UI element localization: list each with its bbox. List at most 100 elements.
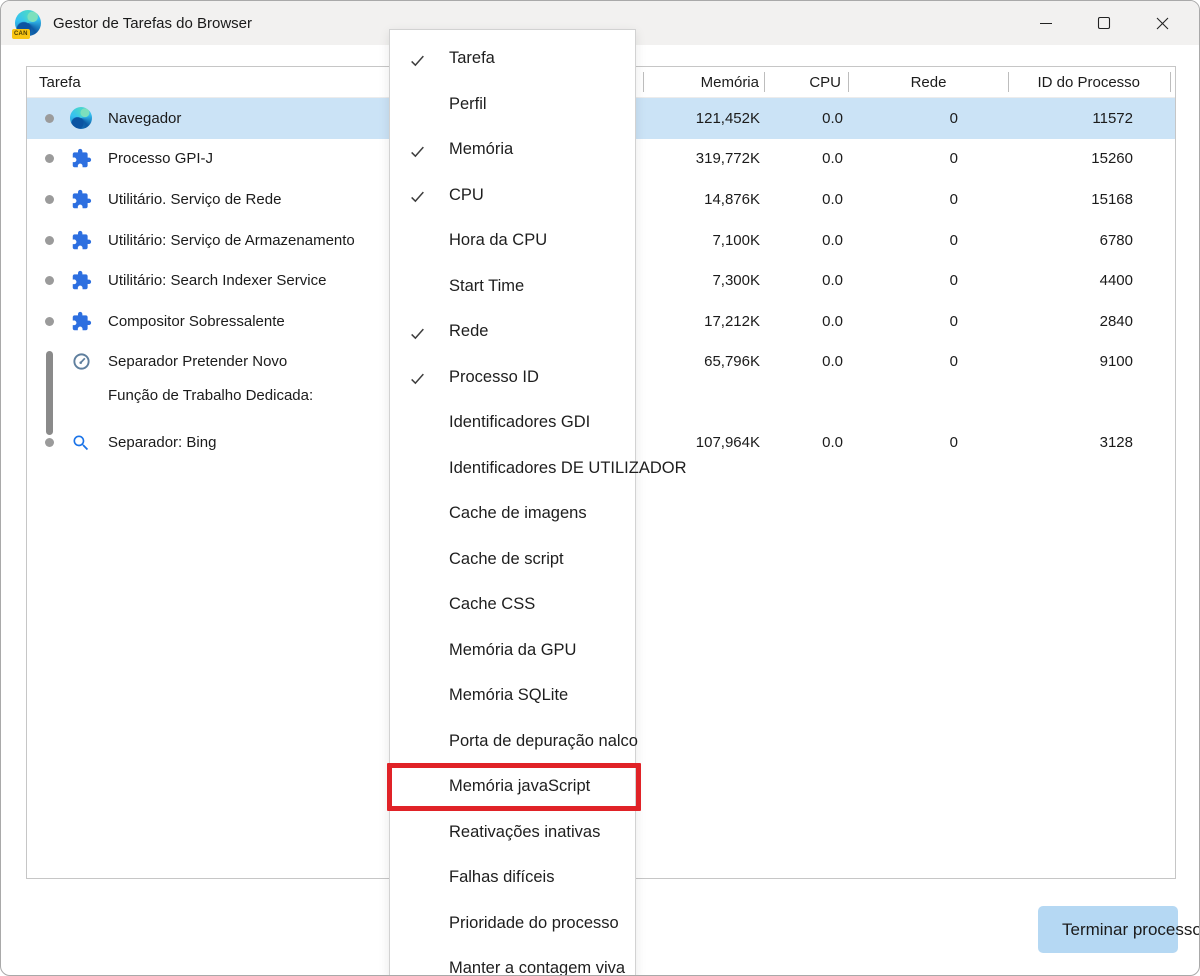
- menu-item-cache-css[interactable]: Cache CSS: [390, 582, 635, 628]
- task-label: Navegador: [108, 109, 182, 127]
- process-group-bar: [46, 351, 53, 435]
- memory-value: 107,964K: [695, 434, 760, 452]
- process-bullet-dot: [45, 235, 54, 245]
- menu-item-reativacoes-inativas[interactable]: Reativações inativas: [390, 810, 635, 856]
- checkmark-icon: [409, 143, 426, 165]
- memory-value: 14,876K: [704, 190, 760, 208]
- network-value: 0: [949, 109, 958, 127]
- pid-value: 15168: [1091, 190, 1133, 208]
- task-icon-slot: [70, 384, 92, 406]
- column-header-cpu[interactable]: CPU: [764, 72, 848, 92]
- menu-item-processo-id[interactable]: Processo ID: [390, 355, 635, 401]
- minimize-icon: [1040, 22, 1052, 25]
- task-icon-slot: [70, 310, 92, 332]
- task-icon-slot: [70, 270, 92, 292]
- task-icon-slot: [70, 188, 92, 210]
- network-value: 0: [949, 312, 958, 330]
- pid-value: 6780: [1099, 231, 1133, 249]
- canary-badge: CAN: [12, 29, 30, 39]
- menu-item-cache-de-script[interactable]: Cache de script: [390, 537, 635, 583]
- menu-item-tarefa[interactable]: Tarefa: [390, 36, 635, 82]
- process-bullet-dot: [45, 154, 54, 164]
- menu-item-label: Tarefa: [449, 49, 495, 68]
- task-icon-slot: [70, 432, 92, 454]
- task-label: Utilitário: Serviço de Armazenamento: [108, 231, 355, 249]
- menu-item-label: Identificadores DE UTILIZADOR: [449, 458, 687, 477]
- menu-item-label: Start Time: [449, 276, 525, 295]
- menu-item-label: Prioridade do processo: [449, 913, 619, 932]
- menu-item-label: Reativações inativas: [449, 822, 601, 841]
- task-label: Utilitário: Search Indexer Service: [108, 272, 327, 290]
- checkmark-icon: [409, 52, 426, 74]
- cpu-value: 0.0: [822, 190, 843, 208]
- task-icon-slot: [70, 148, 92, 170]
- minimize-button[interactable]: [1017, 1, 1075, 45]
- menu-item-identificadores-gdi[interactable]: Identificadores GDI: [390, 400, 635, 446]
- menu-item-label: Perfil: [449, 94, 487, 113]
- menu-item-label: Manter a contagem viva: [449, 959, 626, 976]
- menu-item-label: Memória javaScript: [449, 777, 591, 796]
- menu-item-cpu[interactable]: CPU: [390, 173, 635, 219]
- gauge-icon: [72, 353, 90, 370]
- extension-icon: [72, 311, 91, 331]
- process-bullet-dot: [45, 113, 54, 123]
- menu-item-label: Memória: [449, 140, 514, 159]
- task-label: Compositor Sobressalente: [108, 312, 285, 330]
- menu-item-memoria-javascript[interactable]: Memória javaScript: [387, 763, 641, 811]
- extension-icon: [72, 149, 91, 168]
- menu-item-label: Porta de depuração nalco: [449, 731, 638, 750]
- menu-item-hora-da-cpu[interactable]: Hora da CPU: [390, 218, 635, 264]
- menu-item-memoria-sqlite[interactable]: Memória SQLite: [390, 673, 635, 719]
- pid-value: 4400: [1099, 272, 1133, 290]
- task-label: Processo GPI-J: [108, 150, 214, 168]
- end-process-button[interactable]: Terminar processo: [1038, 906, 1199, 953]
- column-header-rede[interactable]: Rede: [848, 72, 1008, 92]
- cpu-value: 0.0: [822, 312, 843, 330]
- task-icon-slot: [70, 107, 92, 130]
- pid-value: 11572: [1092, 109, 1133, 127]
- memory-value: 319,772K: [695, 150, 760, 168]
- extension-icon: [72, 271, 91, 290]
- column-header-memoria[interactable]: Memória: [643, 72, 764, 92]
- task-label: Separador: Bing: [108, 434, 217, 452]
- menu-item-memoria-da-gpu[interactable]: Memória da GPU: [390, 628, 635, 674]
- menu-item-label: Falhas difíceis: [449, 868, 555, 887]
- menu-item-label: Processo ID: [449, 367, 539, 386]
- pid-value: 2840: [1099, 312, 1133, 330]
- menu-item-cache-de-imagens[interactable]: Cache de imagens: [390, 491, 635, 537]
- menu-item-start-time[interactable]: Start Time: [390, 264, 635, 310]
- task-label: Função de Trabalho Dedicada:: [108, 386, 314, 404]
- menu-item-prioridade-do-processo[interactable]: Prioridade do processo: [390, 901, 635, 947]
- process-bullet-dot: [45, 276, 54, 286]
- memory-value: 121,452K: [695, 109, 760, 127]
- menu-item-identificadores-de-utilizador[interactable]: Identificadores DE UTILIZADOR: [390, 446, 687, 492]
- menu-item-label: Memória SQLite: [449, 686, 569, 705]
- menu-item-label: Hora da CPU: [449, 231, 548, 250]
- menu-item-label: Cache CSS: [449, 595, 536, 614]
- checkmark-icon: [409, 325, 426, 347]
- menu-item-falhas-dificeis[interactable]: Falhas difíceis: [390, 855, 635, 901]
- memory-value: 7,100K: [712, 231, 760, 249]
- menu-item-label: Memória da GPU: [449, 640, 577, 659]
- close-icon: [1156, 17, 1168, 29]
- pid-value: 15260: [1091, 150, 1133, 168]
- menu-item-porta-de-depuracao-nalco[interactable]: Porta de depuração nalco: [390, 719, 638, 765]
- cpu-value: 0.0: [822, 353, 843, 371]
- maximize-icon: [1097, 16, 1111, 30]
- menu-item-label: Rede: [449, 322, 489, 341]
- process-bullet-dot: [45, 194, 54, 204]
- menu-item-perfil[interactable]: Perfil: [390, 82, 635, 128]
- extension-icon: [72, 189, 91, 209]
- menu-item-memoria[interactable]: Memória: [390, 127, 635, 173]
- network-value: 0: [949, 150, 958, 168]
- process-bullet-dot: [45, 438, 54, 448]
- task-label: Utilitário. Serviço de Rede: [108, 190, 282, 208]
- maximize-button[interactable]: [1075, 1, 1133, 45]
- close-button[interactable]: [1133, 1, 1191, 45]
- network-value: 0: [949, 434, 958, 452]
- menu-item-rede[interactable]: Rede: [390, 309, 635, 355]
- menu-item-manter-a-contagem-viva[interactable]: Manter a contagem viva: [390, 946, 635, 976]
- cpu-value: 0.0: [822, 150, 843, 168]
- column-header-id-do-processo[interactable]: ID do Processo: [1008, 72, 1171, 92]
- memory-value: 7,300K: [712, 272, 760, 290]
